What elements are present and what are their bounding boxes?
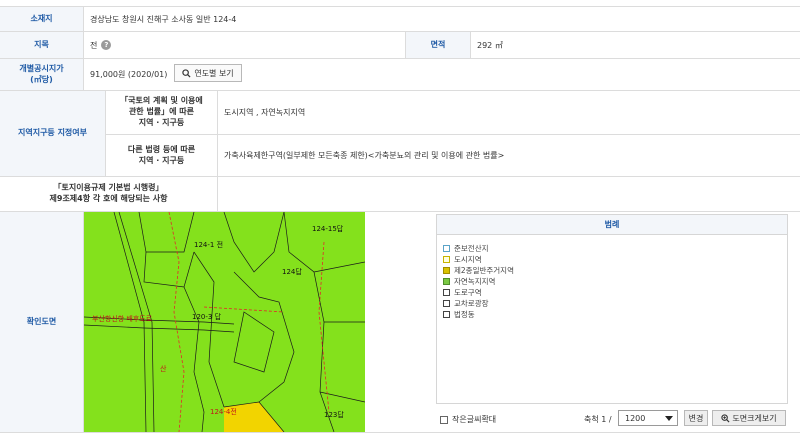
large-map-button[interactable]: 도면크게보기 <box>712 410 786 426</box>
scale-select[interactable]: 1200 <box>618 410 678 426</box>
legend-item: 준보전산지 <box>443 243 787 253</box>
help-icon[interactable]: ? <box>101 40 112 50</box>
legend-item: 제2종일반주거지역 <box>443 265 787 275</box>
legend-label: 도시지역 <box>454 254 482 264</box>
legend-swatch <box>443 299 450 307</box>
map-label: 124-4전 <box>210 408 237 416</box>
location-header: 소재지 <box>0 7 83 31</box>
legend-item: 교차로광장 <box>443 298 787 308</box>
map-label: 산 <box>160 365 167 373</box>
map-label: 120-3 답 <box>192 313 222 321</box>
change-scale-button[interactable]: 변경 <box>684 410 708 426</box>
map-header: 확인도면 <box>0 212 83 432</box>
map-label: 부산항신항 배후도로 <box>92 315 153 323</box>
legend-label: 자연녹지지역 <box>454 276 496 286</box>
enlarge-checkbox-group[interactable]: 작은글씨확대 <box>440 414 496 425</box>
parcel-map[interactable]: 124-1 전 124-15답 124답 부산항신항 배후도로 120-3 답 … <box>84 212 365 432</box>
jimok-value-cell: 전 ? <box>84 32 405 58</box>
legend-swatch <box>443 244 450 252</box>
grid-line <box>0 432 800 433</box>
price-header: 개별공시지가 (㎡당) <box>0 59 83 90</box>
year-view-button[interactable]: 연도별 보기 <box>174 64 242 82</box>
zoom-icon <box>721 413 730 423</box>
zone-sub1-value: 도시지역 , 자연녹지지역 <box>224 108 306 117</box>
legend-list: 준보전산지 도시지역 제2종일반주거지역 자연녹지지역 도로구역 교차로광장 법정동 <box>437 235 787 319</box>
map-label: 124-1 전 <box>194 241 224 249</box>
legend-swatch <box>443 255 450 263</box>
zone-header: 지역지구등 지정여부 <box>0 91 105 176</box>
area-value: 292 ㎡ <box>477 40 503 50</box>
legend-swatch <box>443 310 450 318</box>
scale-value: 1200 <box>625 413 646 423</box>
legend-label: 교차로광장 <box>454 298 489 308</box>
jimok-header: 지목 <box>0 32 83 58</box>
legend-label: 법정동 <box>454 309 475 319</box>
legend-panel: 범례 준보전산지 도시지역 제2종일반주거지역 자연녹지지역 도로구역 교차로광장 법정동 <box>436 214 788 404</box>
area-header: 면적 <box>406 32 470 58</box>
enlarge-checkbox[interactable] <box>440 415 448 424</box>
year-view-label: 연도별 보기 <box>194 68 234 78</box>
large-map-label: 도면크게보기 <box>732 413 777 423</box>
legend-title: 범례 <box>437 215 787 235</box>
legend-item: 도로구역 <box>443 287 787 297</box>
chevron-down-icon <box>665 416 673 421</box>
zone-sub1-header: 「국토의 계획 및 이용에 관한 법률」에 따른 지역 · 지구등 <box>106 91 217 134</box>
price-value: 91,000원 (2020/01) <box>90 70 168 79</box>
enlarge-label: 작은글씨확대 <box>452 415 497 424</box>
legend-swatch <box>443 277 450 285</box>
legend-item: 도시지역 <box>443 254 787 264</box>
legend-label: 준보전산지 <box>454 243 489 253</box>
regulation-header: 「토지이용규제 기본법 시행령」 제9조제4항 각 호에 해당되는 사항 <box>0 177 217 211</box>
legend-item: 법정동 <box>443 309 787 319</box>
legend-swatch <box>443 288 450 296</box>
map-label: 124답 <box>282 268 302 276</box>
map-label: 124-15답 <box>312 225 344 233</box>
legend-swatch <box>443 266 450 274</box>
jimok-value: 전 <box>90 40 98 50</box>
legend-item: 자연녹지지역 <box>443 276 787 286</box>
map-label: 123답 <box>324 411 344 419</box>
legend-label: 제2종일반주거지역 <box>454 265 514 275</box>
legend-label: 도로구역 <box>454 287 482 297</box>
zone-sub2-header: 다른 법령 등에 따른 지역 · 지구등 <box>106 135 217 176</box>
scale-label: 축척 1 / <box>584 415 612 424</box>
search-icon <box>182 68 191 78</box>
location-value: 경상남도 창원시 진해구 소사동 일반 124-4 <box>90 14 237 24</box>
zone-sub2-value: 가축사육제한구역(일부제한 모든축종 제한)<가축분뇨의 관리 및 이용에 관한… <box>224 151 505 160</box>
regulation-value <box>218 177 800 211</box>
